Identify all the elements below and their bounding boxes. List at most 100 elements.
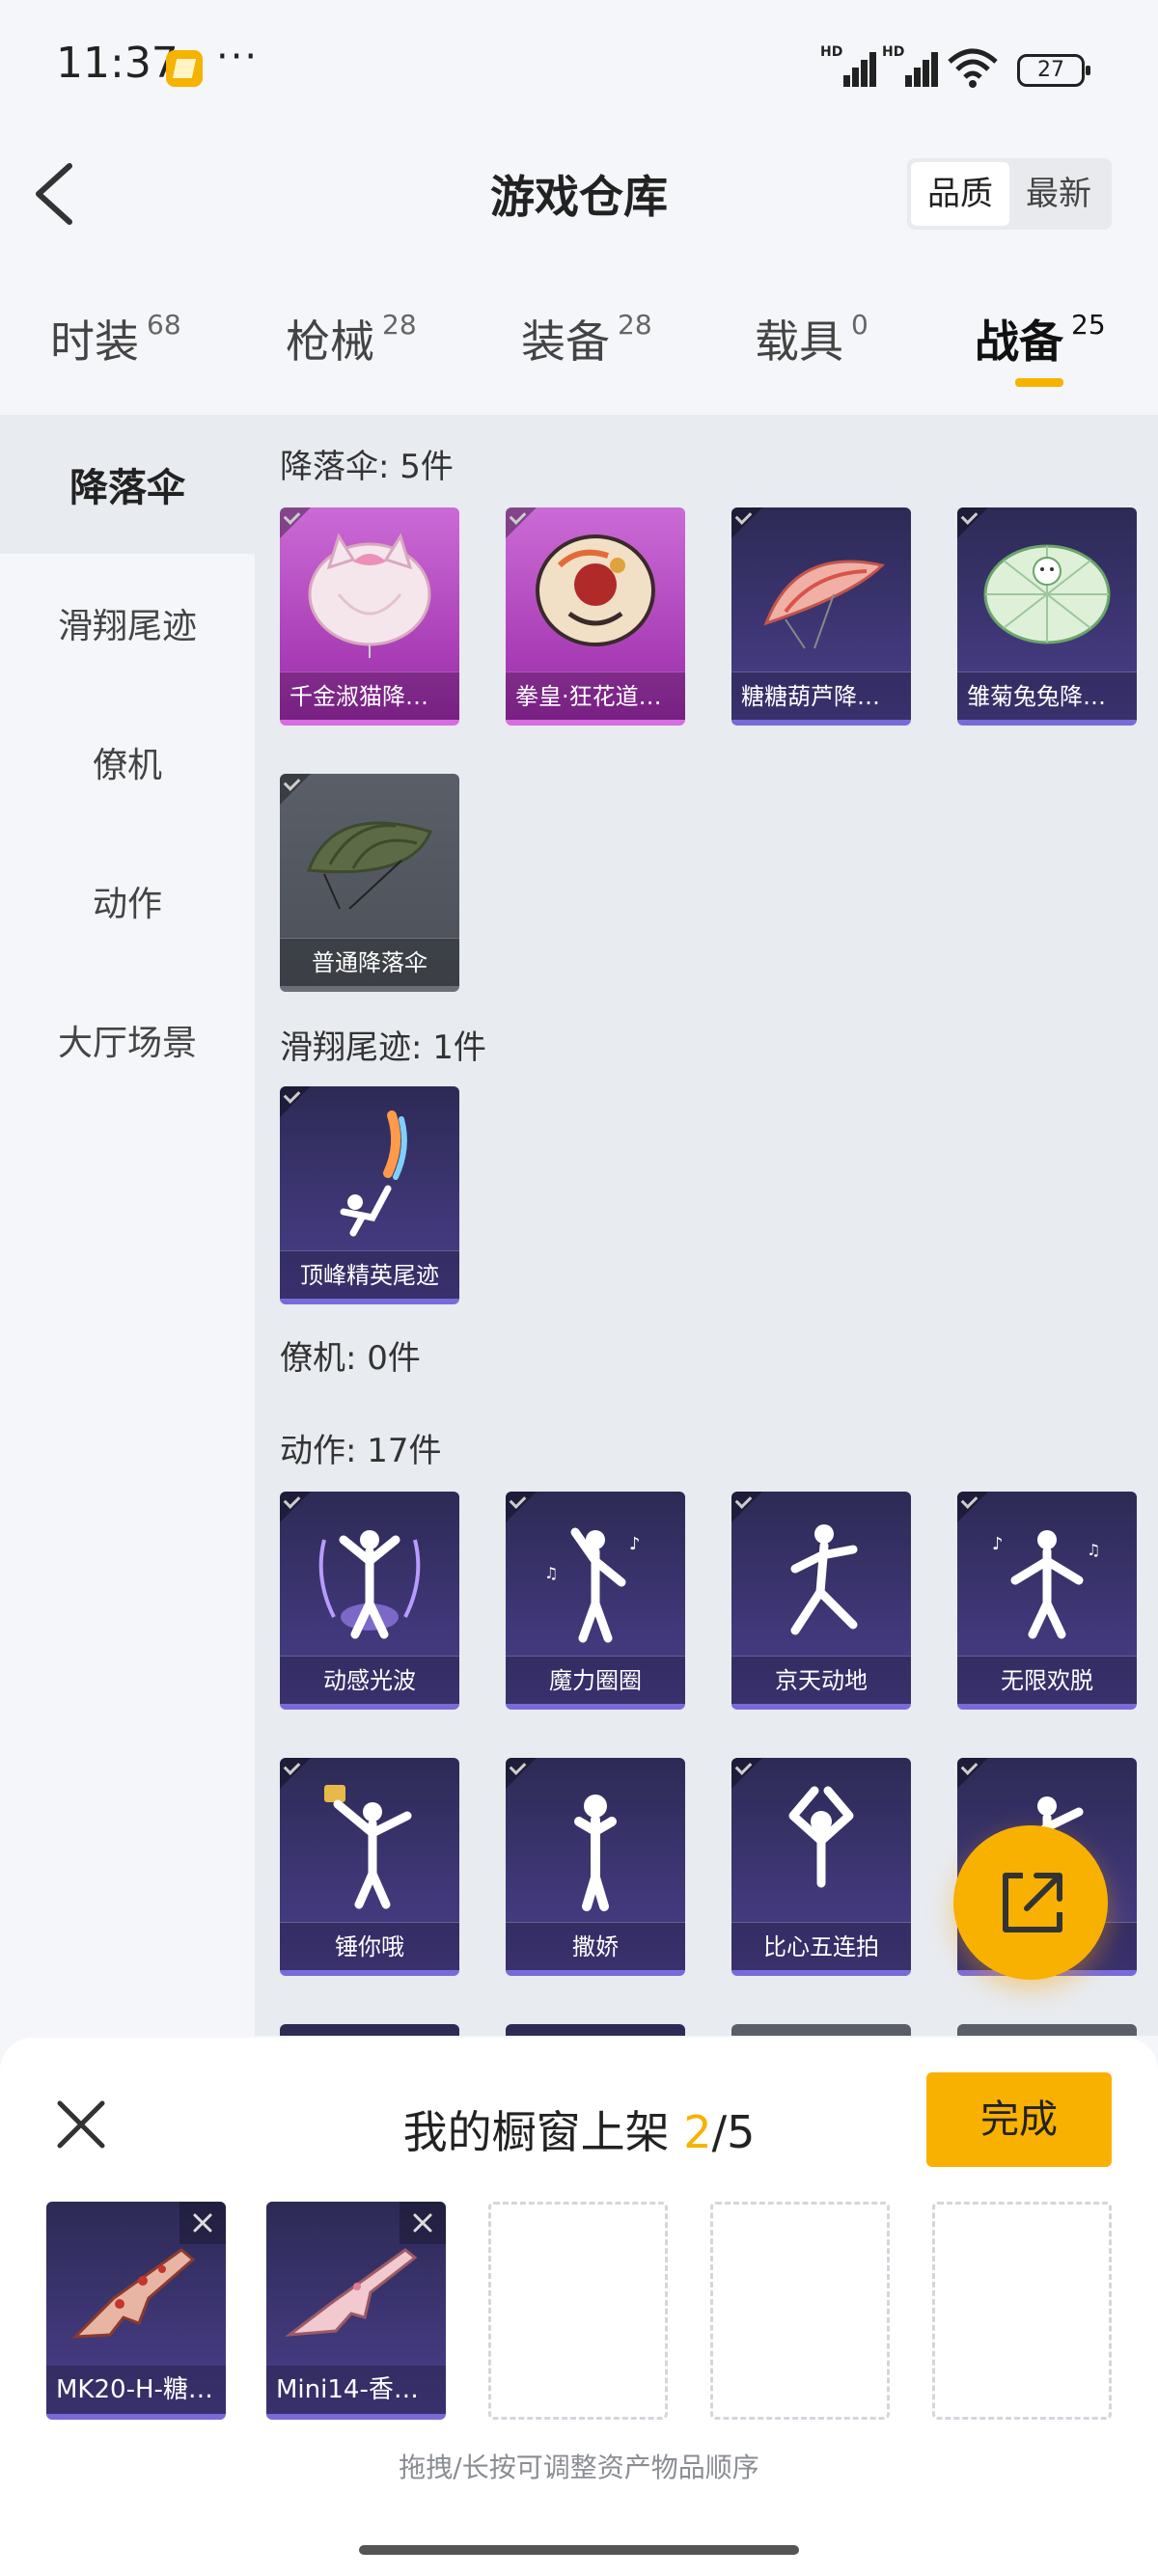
action-card[interactable]: 京天动地 <box>731 1492 911 1710</box>
action-card[interactable]: 动感光波 <box>280 1492 459 1710</box>
svg-text:♪: ♪ <box>629 1534 641 1554</box>
card-label: 拳皇·狂花道降落伞 <box>506 671 685 720</box>
shelf-count-current: 2 <box>683 2106 712 2158</box>
parachute-card[interactable]: 雏菊兔兔降落伞 <box>957 507 1137 726</box>
shelf-slot-empty[interactable] <box>710 2202 890 2420</box>
tab-vehicles[interactable]: 载具 0 <box>755 307 868 370</box>
shelf-slot-empty[interactable] <box>488 2202 668 2420</box>
tab-weapons[interactable]: 枪械 28 <box>286 307 417 370</box>
side-item-wingman[interactable]: 僚机 <box>0 693 255 832</box>
shelf-count-separator: / <box>711 2106 728 2158</box>
remove-item-icon[interactable] <box>400 2202 446 2244</box>
tab-combat-gear[interactable]: 战备 25 <box>975 307 1106 370</box>
shelf-hint: 拖拽/长按可调整资产物品顺序 <box>399 2452 759 2483</box>
hd-label: HD <box>820 44 843 60</box>
action-card[interactable] <box>957 2024 1137 2036</box>
wifi-icon <box>948 48 998 88</box>
card-label: 顶峰精英尾迹 <box>280 1250 459 1299</box>
tab-equipment[interactable]: 装备 28 <box>521 307 652 370</box>
sort-by-quality[interactable]: 品质 <box>911 162 1009 226</box>
dance-hammer-icon <box>324 1785 412 1909</box>
glide-trail-icon <box>340 1110 407 1237</box>
sort-toggle[interactable]: 品质 最新 <box>907 158 1112 230</box>
action-card[interactable]: ♪ ♫ 魔力圈圈 <box>506 1492 685 1710</box>
shelf-slot-empty[interactable] <box>932 2202 1112 2420</box>
card-label: 动感光波 <box>280 1656 459 1704</box>
parachute-card[interactable]: 糖糖葫芦降落伞 <box>731 507 911 726</box>
card-label: 无限欢脱 <box>957 1656 1137 1704</box>
category-tabs: 时装 68 枪械 28 装备 28 载具 0 战备 25 <box>0 289 1158 396</box>
card-label: 京天动地 <box>731 1656 911 1704</box>
tab-count: 68 <box>147 309 181 341</box>
tab-label: 枪械 <box>286 315 374 368</box>
card-label: 千金淑猫降落伞 <box>280 671 459 720</box>
parachute-daisy-icon <box>983 544 1111 644</box>
card-label: 撒娇 <box>506 1922 685 1970</box>
tab-label: 载具 <box>755 315 843 368</box>
share-button[interactable] <box>953 1825 1108 1980</box>
side-nav: 降落伞 滑翔尾迹 僚机 动作 大厅场景 <box>0 415 255 2036</box>
dance-heart-icon <box>788 1786 854 1888</box>
glide-trail-card[interactable]: 顶峰精英尾迹 <box>280 1086 459 1304</box>
section-title-action: 动作: 17件 <box>280 1432 442 1470</box>
parachute-card[interactable]: 千金淑猫降落伞 <box>280 507 459 726</box>
shelf-slot[interactable]: Mini14-香桃蜜语 <box>266 2202 446 2420</box>
action-card[interactable]: ♪ ♫ 无限欢脱 <box>957 1492 1137 1710</box>
action-card[interactable]: 锤你哦 <box>280 1758 459 1976</box>
signal-icon: HD <box>882 44 940 87</box>
dance-circle-icon: ♪ ♫ <box>544 1527 641 1643</box>
active-tab-indicator <box>1015 378 1063 387</box>
battery-level: 27 <box>1037 58 1064 82</box>
tab-count: 0 <box>851 309 868 341</box>
side-item-glide-trail[interactable]: 滑翔尾迹 <box>0 554 255 693</box>
shelf-slot[interactable]: MK20-H-糖葫芦 <box>46 2202 226 2420</box>
action-card[interactable]: 撒娇 <box>506 1758 685 1976</box>
dance-joy-icon: ♪ ♫ <box>992 1530 1100 1639</box>
dance-kick-icon <box>790 1524 858 1635</box>
action-card[interactable] <box>280 2024 459 2036</box>
card-label: MK20-H-糖葫芦 <box>46 2366 226 2414</box>
side-item-action[interactable]: 动作 <box>0 832 255 971</box>
tab-count: 28 <box>618 309 652 341</box>
parachute-card[interactable]: 普通降落伞 <box>280 774 459 992</box>
dance-cute-icon <box>574 1795 617 1911</box>
showcase-shelf-sheet: 我的橱窗上架 2/5 完成 MK20-H-糖葫芦 Mini14-香桃蜜语 拖拽/… <box>0 2038 1158 2576</box>
more-notifications-icon: ··· <box>216 35 260 79</box>
action-card[interactable] <box>731 2024 911 2036</box>
shelf-count-total: 5 <box>727 2106 756 2158</box>
item-grid-panel: 降落伞: 5件 千金淑猫降落伞 拳皇·狂花道降落伞 <box>255 415 1158 2036</box>
card-label: 魔力圈圈 <box>506 1656 685 1704</box>
status-time: 11:37 <box>56 39 179 88</box>
tab-label: 装备 <box>521 315 610 368</box>
remove-item-icon[interactable] <box>179 2202 226 2244</box>
parachute-basic-icon <box>306 821 433 910</box>
tab-label: 时装 <box>50 315 139 368</box>
done-button[interactable]: 完成 <box>926 2072 1112 2167</box>
rifle-mini14-icon <box>285 2248 418 2337</box>
status-bar: 11:37 ··· HD HD 27 <box>0 0 1158 135</box>
signal-icon: HD <box>820 44 878 87</box>
section-title-glide-trail: 滑翔尾迹: 1件 <box>280 1028 486 1067</box>
home-indicator[interactable] <box>359 2545 799 2555</box>
rifle-mk20-icon <box>71 2248 196 2339</box>
card-label: Mini14-香桃蜜语 <box>266 2366 446 2414</box>
card-label: 雏菊兔兔降落伞 <box>957 671 1137 720</box>
parachute-candy-icon <box>763 560 885 649</box>
action-card[interactable]: 比心五连拍 <box>731 1758 911 1976</box>
action-card[interactable] <box>506 2024 685 2036</box>
parachute-kof-icon <box>536 534 655 646</box>
sort-by-newest[interactable]: 最新 <box>1009 162 1108 226</box>
side-item-parachute[interactable]: 降落伞 <box>0 415 255 554</box>
side-item-lobby-scene[interactable]: 大厅场景 <box>0 971 255 1110</box>
hd-label: HD <box>882 44 905 60</box>
parachute-cat-icon <box>308 533 431 658</box>
section-title-wingman: 僚机: 0件 <box>280 1339 421 1378</box>
dance-wave-icon <box>318 1530 421 1639</box>
tab-fashion[interactable]: 时装 68 <box>50 307 181 370</box>
card-label: 锤你哦 <box>280 1922 459 1970</box>
parachute-card[interactable]: 拳皇·狂花道降落伞 <box>506 507 685 726</box>
svg-text:♫: ♫ <box>1087 1541 1100 1559</box>
battery-icon: 27 <box>1017 54 1090 87</box>
svg-text:♫: ♫ <box>544 1564 558 1582</box>
svg-text:♪: ♪ <box>992 1534 1004 1554</box>
